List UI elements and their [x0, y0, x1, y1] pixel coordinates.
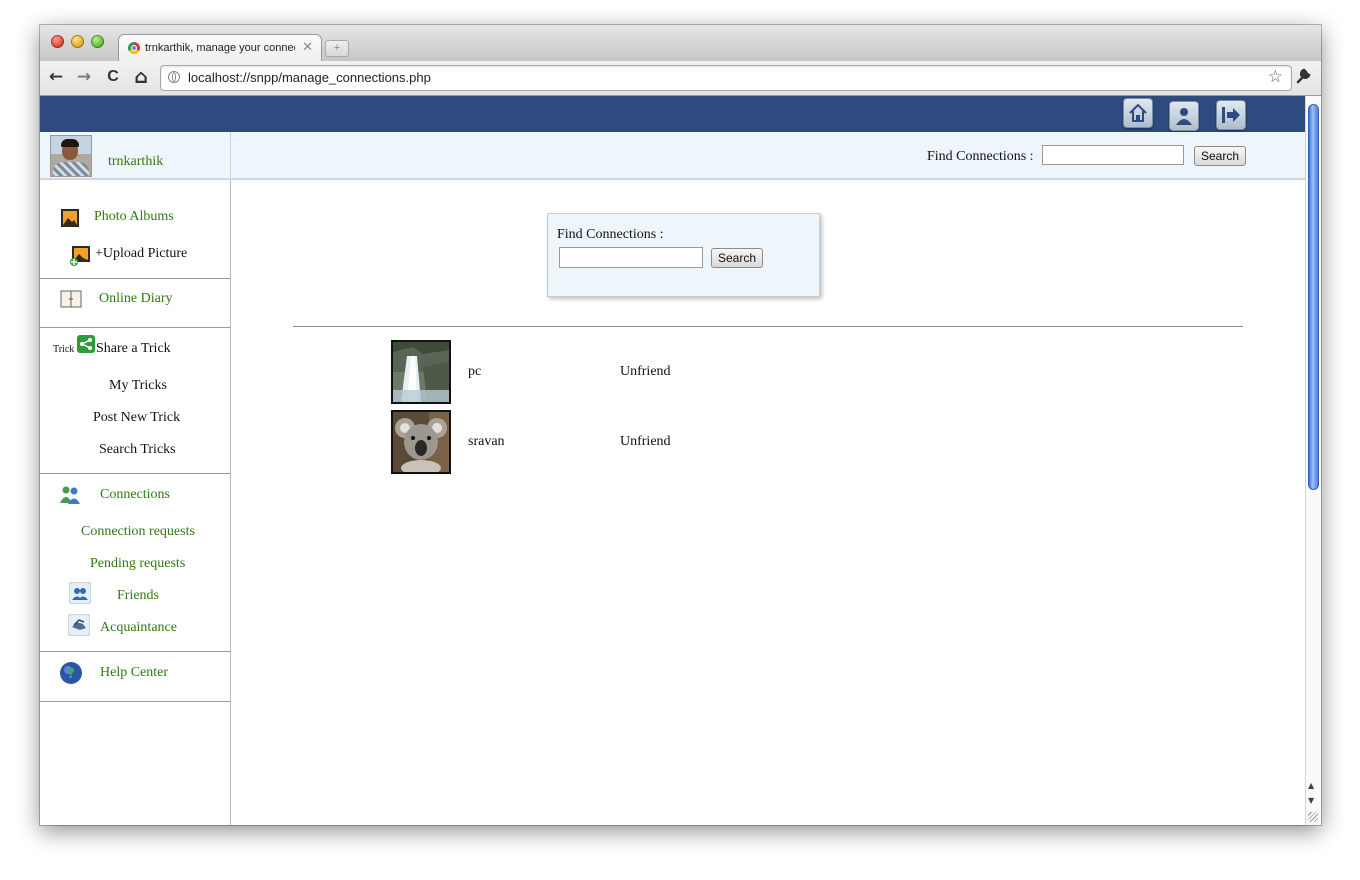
sidebar-item-my-tricks[interactable]: My Tricks: [109, 378, 167, 394]
logout-icon[interactable]: [1216, 100, 1246, 130]
find-connections-input[interactable]: [559, 247, 703, 268]
home-button[interactable]: ⌂: [131, 67, 151, 87]
page-viewport: trnkarthik Find Connections : Search Pho…: [40, 96, 1305, 825]
search-button[interactable]: Search: [711, 248, 763, 268]
sidebar-item-online-diary[interactable]: Online Diary: [99, 291, 172, 307]
connection-avatar[interactable]: [391, 410, 451, 474]
search-button-top[interactable]: Search: [1194, 146, 1246, 166]
friends-icon: [68, 581, 92, 609]
url-text: localhost://snpp/manage_connections.php: [188, 70, 431, 85]
connection-name[interactable]: sravan: [468, 434, 505, 450]
username-link[interactable]: trnkarthik: [108, 154, 163, 170]
sidebar-divider: [40, 651, 230, 652]
browser-titlebar: trnkarthik, manage your connections ✕ +: [40, 25, 1321, 62]
content-divider: [293, 326, 1243, 327]
sidebar-item-pending-requests[interactable]: Pending requests: [90, 556, 185, 572]
sidebar-item-connection-requests[interactable]: Connection requests: [81, 524, 195, 540]
connection-row: pc Unfriend: [391, 340, 791, 404]
tab-title: trnkarthik, manage your connections: [145, 42, 295, 54]
connection-avatar[interactable]: [391, 340, 451, 404]
browser-toolbar: ← → C ⌂ localhost://snpp/manage_connecti…: [40, 61, 1321, 96]
forward-button[interactable]: →: [74, 67, 94, 87]
back-button[interactable]: ←: [46, 67, 66, 87]
help-icon: ?: [59, 661, 83, 690]
resize-grip-icon[interactable]: [1308, 812, 1318, 822]
sidebar-item-post-new-trick[interactable]: Post New Trick: [93, 410, 180, 426]
diary-icon: [60, 290, 82, 313]
find-connections-label: Find Connections :: [927, 149, 1034, 164]
sidebar-item-acquaintance[interactable]: Acquaintance: [100, 620, 177, 636]
scroll-down-arrow-icon[interactable]: ▼: [1308, 796, 1314, 805]
sidebar-divider: [40, 278, 230, 279]
profile-icon[interactable]: [1169, 101, 1199, 131]
sidebar-divider: [40, 327, 230, 328]
connection-name[interactable]: pc: [468, 364, 481, 380]
home-icon[interactable]: [1123, 98, 1153, 128]
svg-text:?: ?: [67, 666, 75, 682]
wrench-menu-icon[interactable]: [1295, 67, 1312, 89]
reload-button[interactable]: C: [103, 67, 123, 87]
sidebar-item-friends[interactable]: Friends: [117, 588, 159, 604]
upload-picture-icon: [70, 246, 90, 271]
sidebar: Photo Albums +Upload Picture Online Diar…: [40, 180, 231, 825]
subbar-divider: [230, 132, 231, 178]
find-connections-panel: Find Connections : Search: [547, 213, 820, 297]
sidebar-item-help-center[interactable]: Help Center: [100, 665, 168, 681]
unfriend-link[interactable]: Unfriend: [620, 434, 671, 450]
sidebar-item-photo-albums[interactable]: Photo Albums: [94, 209, 174, 225]
scrollbar-thumb[interactable]: [1308, 104, 1319, 490]
tab-close-icon[interactable]: ✕: [302, 39, 313, 55]
sidebar-item-search-tricks[interactable]: Search Tricks: [99, 442, 176, 458]
avatar[interactable]: [50, 135, 92, 177]
close-window-button[interactable]: [51, 35, 64, 48]
minimize-window-button[interactable]: [71, 35, 84, 48]
scroll-up-arrow-icon[interactable]: ▲: [1308, 781, 1314, 790]
find-connections-panel-label: Find Connections :: [557, 227, 664, 242]
connection-row: sravan Unfriend: [391, 410, 791, 474]
bookmark-star-icon[interactable]: ☆: [1268, 67, 1283, 87]
address-bar[interactable]: localhost://snpp/manage_connections.php …: [160, 65, 1292, 91]
find-connections-input-top[interactable]: [1042, 145, 1184, 165]
sidebar-item-connections[interactable]: Connections: [100, 487, 170, 503]
sidebar-divider: [40, 701, 230, 702]
maximize-window-button[interactable]: [91, 35, 104, 48]
acquaintance-icon: [67, 613, 91, 641]
vertical-scrollbar[interactable]: ▲ ▼: [1305, 96, 1321, 825]
browser-window: trnkarthik, manage your connections ✕ + …: [40, 25, 1321, 825]
globe-icon: [168, 71, 180, 83]
top-banner: [40, 96, 1305, 132]
new-tab-button[interactable]: +: [325, 40, 349, 57]
sidebar-divider: [40, 473, 230, 474]
trick-logo-label: Trick: [53, 344, 75, 355]
connections-icon: [59, 485, 81, 510]
sidebar-item-share-a-trick[interactable]: Share a Trick: [96, 341, 171, 357]
photo-album-icon: [61, 209, 79, 232]
browser-tab[interactable]: trnkarthik, manage your connections ✕: [118, 34, 322, 62]
share-icon: [77, 335, 95, 358]
unfriend-link[interactable]: Unfriend: [620, 364, 671, 380]
chrome-favicon-icon: [128, 42, 140, 54]
sidebar-item-upload-picture[interactable]: +Upload Picture: [95, 246, 187, 262]
